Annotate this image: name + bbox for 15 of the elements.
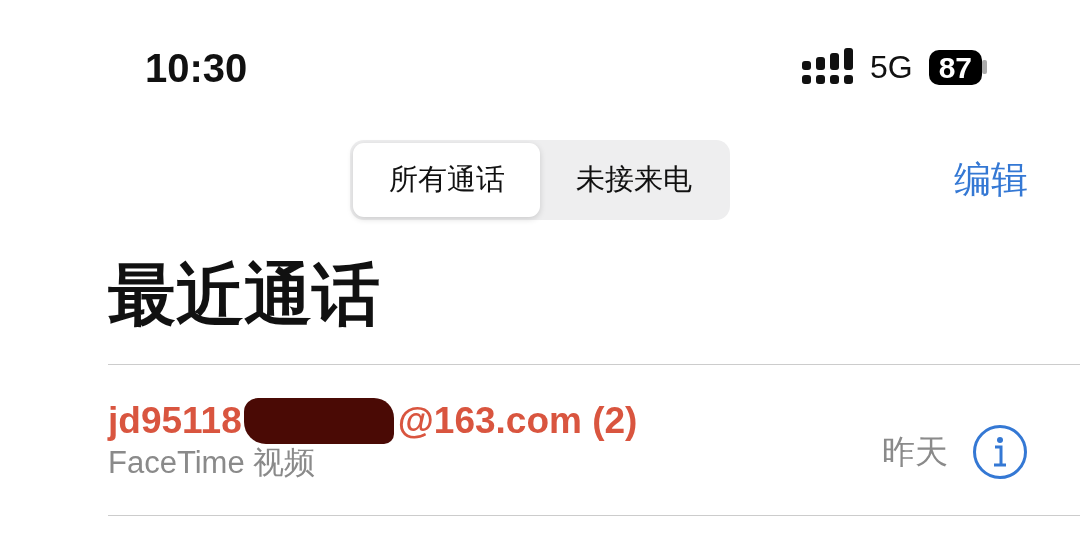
- battery-tip-icon: [982, 60, 988, 74]
- call-date: 昨天: [882, 432, 948, 473]
- page-title: 最近通话: [108, 260, 381, 328]
- segment-tab[interactable]: 所有通话: [353, 143, 540, 217]
- caller-name: @163.com (2): [397, 401, 638, 442]
- call-row[interactable]: jd95118 @163.com (2) FaceTime 视频 昨天: [108, 364, 1080, 516]
- network-type: 5G: [869, 51, 913, 83]
- status-time: 10:30: [145, 48, 248, 88]
- segment-tab[interactable]: 未接来电: [540, 143, 727, 217]
- call-type: FaceTime 视频: [108, 444, 317, 482]
- info-icon[interactable]: [972, 424, 1028, 480]
- battery-level: 87: [928, 49, 982, 85]
- signal-icon: [801, 48, 854, 86]
- edit-button[interactable]: 编辑: [954, 152, 1028, 208]
- caller-name: jd95118: [108, 401, 242, 442]
